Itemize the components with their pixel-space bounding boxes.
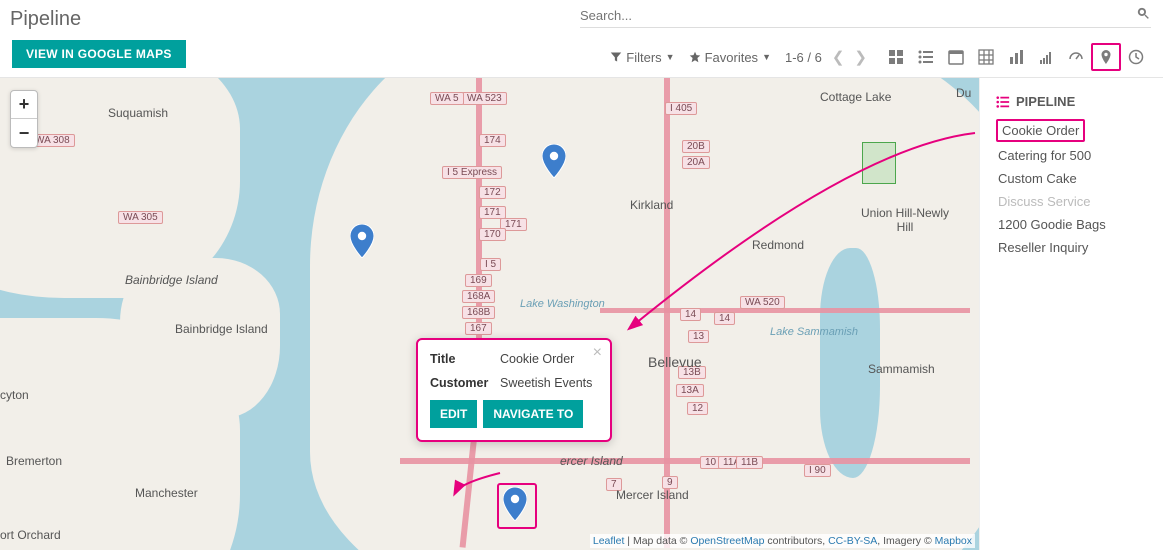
list-icon (996, 95, 1010, 109)
dashboard-view-icon[interactable] (1061, 43, 1091, 71)
filters-dropdown[interactable]: Filters ▼ (610, 50, 674, 65)
city-label: Bainbridge Island (175, 322, 268, 336)
activity-view-icon[interactable] (1121, 43, 1151, 71)
zoom-control: + − (10, 90, 38, 148)
funnel-icon (610, 51, 622, 63)
city-label: Kirkland (630, 198, 673, 212)
popup-title-label: Title (430, 352, 500, 366)
calendar-view-icon[interactable] (941, 43, 971, 71)
road-label: 168B (462, 306, 495, 319)
star-icon (689, 51, 701, 63)
water-label: Lake Washington (520, 298, 605, 310)
city-label: Cottage Lake (820, 90, 891, 104)
road-label: 20B (682, 140, 710, 153)
sidebar-item[interactable]: Custom Cake (996, 167, 1163, 190)
filters-label: Filters (626, 50, 661, 65)
pager-next-icon[interactable]: ❯ (854, 48, 867, 66)
search-icon[interactable] (1136, 6, 1151, 25)
road-label: WA 520 (740, 296, 785, 309)
road-label: 167 (465, 322, 492, 335)
road-label: 170 (479, 228, 506, 241)
road-label: WA 523 (462, 92, 507, 105)
road-label: 14 (714, 312, 735, 325)
caret-down-icon: ▼ (762, 52, 771, 62)
map-pin[interactable] (542, 144, 566, 178)
city-label: Bremerton (6, 454, 62, 468)
road-label: 11B (736, 456, 763, 469)
road-label: 13A (676, 384, 704, 397)
edit-button[interactable]: EDIT (430, 400, 477, 428)
search-input[interactable] (580, 8, 1136, 23)
map-pin-selected[interactable] (503, 487, 527, 521)
road-label: I 90 (804, 464, 831, 477)
sidebar-item[interactable]: 1200 Goodie Bags (996, 213, 1163, 236)
page-title: Pipeline (10, 8, 81, 31)
road-label: I 405 (665, 102, 697, 115)
sidebar-item[interactable]: Reseller Inquiry (996, 236, 1163, 259)
city-label: Bellevue (648, 354, 702, 370)
city-label: Sammamish (868, 362, 935, 376)
sidebar: PIPELINE Cookie Order Catering for 500 C… (979, 78, 1163, 550)
caret-down-icon: ▼ (666, 52, 675, 62)
city-label: ort Orchard (0, 528, 61, 542)
cohort-view-icon[interactable] (1031, 43, 1061, 71)
close-icon[interactable]: × (593, 344, 602, 362)
leaflet-link[interactable]: Leaflet (593, 535, 625, 547)
popup-customer-label: Customer (430, 376, 500, 390)
city-label: Suquamish (108, 106, 168, 120)
water-label: Lake Sammamish (770, 326, 858, 338)
road-label: 14 (680, 308, 701, 321)
sidebar-item-selected[interactable]: Cookie Order (996, 119, 1085, 142)
road-label: 172 (479, 186, 506, 199)
road-label: WA 305 (118, 211, 163, 224)
road-label: I 5 Express (442, 166, 502, 179)
record-popup: × Title Cookie Order Customer Sweetish E… (416, 338, 612, 442)
road-label: 169 (465, 274, 492, 287)
navigate-to-button[interactable]: NAVIGATE TO (483, 400, 583, 428)
view-in-google-maps-button[interactable]: VIEW IN GOOGLE MAPS (12, 40, 186, 68)
city-label: cyton (0, 388, 29, 402)
city-label: Du (956, 86, 971, 100)
list-view-icon[interactable] (911, 43, 941, 71)
city-label: ercer Island (560, 454, 623, 468)
city-label: Manchester (135, 486, 198, 500)
road-label: 13 (688, 330, 709, 343)
zoom-in-button[interactable]: + (11, 91, 37, 119)
pager-prev-icon[interactable]: ❮ (832, 48, 845, 66)
city-label: Union Hill-Newly Hill (855, 206, 955, 234)
road-label: I 5 (480, 258, 501, 271)
road-label: 12 (687, 402, 708, 415)
graph-view-icon[interactable] (1001, 43, 1031, 71)
cc-link[interactable]: CC-BY-SA (828, 535, 877, 547)
mapbox-link[interactable]: Mapbox (935, 535, 972, 547)
popup-customer-value: Sweetish Events (500, 376, 592, 390)
map-view-icon[interactable] (1091, 43, 1121, 71)
pager-text[interactable]: 1-6 / 6 (785, 50, 822, 65)
zoom-out-button[interactable]: − (11, 119, 37, 147)
osm-link[interactable]: OpenStreetMap (690, 535, 764, 547)
favorites-dropdown[interactable]: Favorites ▼ (689, 50, 771, 65)
city-label: Redmond (752, 238, 804, 252)
city-label: Mercer Island (616, 488, 689, 502)
favorites-label: Favorites (705, 50, 758, 65)
road-label: 20A (682, 156, 710, 169)
city-label: Bainbridge Island (125, 273, 218, 287)
map-pin[interactable] (350, 224, 374, 258)
road-label: 168A (462, 290, 495, 303)
sidebar-item[interactable]: Catering for 500 (996, 144, 1163, 167)
map-canvas[interactable]: WA 308 WA 305 WA 523 WA 5 174 I 5 Expres… (0, 78, 979, 550)
kanban-view-icon[interactable] (881, 43, 911, 71)
pivot-view-icon[interactable] (971, 43, 1001, 71)
sidebar-heading: PIPELINE (1016, 94, 1075, 109)
road-label: 174 (479, 134, 506, 147)
popup-title-value: Cookie Order (500, 352, 574, 366)
sidebar-item[interactable]: Discuss Service (996, 190, 1163, 213)
map-attribution: Leaflet | Map data © OpenStreetMap contr… (590, 534, 975, 548)
road-label: WA 5 (430, 92, 464, 105)
